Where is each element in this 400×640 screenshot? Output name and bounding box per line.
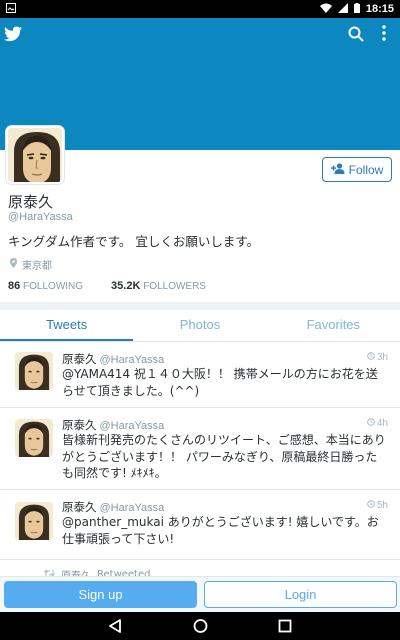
auth-bar: Sign up Login (0, 576, 400, 612)
tab-photos[interactable]: Photos (133, 310, 266, 341)
photo-icon (6, 2, 16, 16)
profile-bio: キングダム作者です。 宜しくお願いします。 (8, 234, 260, 249)
tweet-avatar[interactable] (15, 419, 53, 457)
tweet-author-name: 原泰久 (62, 352, 97, 366)
login-button[interactable]: Login (204, 581, 397, 608)
tweet-text: @panther_mukai ありがとうございます! 嬉しいです。お仕事頑張って… (62, 515, 379, 546)
tweet-time: 5h (367, 500, 388, 511)
followers-stat[interactable]: 35.2K FOLLOWERS (111, 280, 206, 292)
following-label: FOLLOWING (23, 281, 84, 292)
follow-button-label: Follow (348, 162, 384, 177)
twitter-bird-icon[interactable] (4, 26, 22, 46)
tweet-author-handle: @HaraYassa (99, 354, 165, 366)
location-text: 東京都 (22, 261, 52, 272)
add-user-icon (330, 162, 345, 177)
location-pin-icon (10, 258, 17, 271)
tweet-time-text: 3h (376, 352, 388, 363)
profile-stats: 86 FOLLOWING 35.2K FOLLOWERS (8, 280, 206, 292)
battery-icon (353, 2, 360, 16)
search-icon[interactable] (348, 26, 364, 46)
tweet-time: 3h (367, 352, 388, 363)
tweet-item[interactable]: 原泰久 @HaraYassa 5h @panther_mukai ありがとうござい… (0, 490, 400, 560)
tweet-time-text: 4h (376, 418, 388, 429)
tweet-author: 原泰久 @HaraYassa (62, 417, 164, 433)
avatar-portrait-icon (8, 128, 62, 182)
status-bar: 18:15 (0, 0, 400, 18)
tweet-avatar[interactable] (15, 352, 53, 390)
profile-tabs: Tweets Photos Favorites (0, 310, 400, 342)
clock-icon (367, 500, 375, 511)
home-icon[interactable] (193, 618, 208, 638)
followers-label: FOLLOWERS (143, 281, 206, 292)
tweet-author: 原泰久 @HaraYassa (62, 499, 164, 515)
following-stat[interactable]: 86 FOLLOWING (8, 280, 83, 292)
tweet-author-name: 原泰久 (62, 418, 97, 432)
overflow-menu-icon[interactable] (380, 24, 388, 46)
tweet-avatar[interactable] (15, 502, 53, 540)
wifi-icon (319, 3, 332, 16)
clock-icon (367, 352, 375, 363)
tab-favorites[interactable]: Favorites (267, 310, 400, 341)
clock-icon (367, 418, 375, 429)
tweet-text: 皆様新刊発売のたくさんのリツイート、ご感想、本当にありがとうございます！！ パワ… (62, 433, 386, 480)
profile-avatar[interactable] (6, 126, 64, 184)
avatar-portrait-icon (15, 502, 53, 540)
follow-button[interactable]: Follow (322, 157, 392, 182)
status-time: 18:15 (365, 3, 394, 15)
recents-icon[interactable] (278, 618, 292, 638)
tab-tweets[interactable]: Tweets (0, 310, 134, 341)
signal-icon (337, 2, 348, 16)
tweet-time-text: 5h (376, 500, 388, 511)
tweet-item[interactable]: 原泰久 @HaraYassa 3h @YAMA414 祝１４０大阪！！ 携帯メール… (0, 342, 400, 408)
tweet-author-handle: @HaraYassa (99, 502, 165, 514)
tweet-author: 原泰久 @HaraYassa (62, 351, 164, 367)
tweet-author-handle: @HaraYassa (99, 420, 165, 432)
tweet-author-name: 原泰久 (62, 500, 97, 514)
avatar-portrait-icon (15, 352, 53, 390)
section-divider (0, 302, 400, 310)
system-nav-bar (0, 612, 400, 640)
following-count: 86 (8, 280, 21, 292)
profile-location: 東京都 (10, 257, 52, 272)
profile-handle: @HaraYassa (8, 211, 73, 223)
tweet-item[interactable]: 原泰久 @HaraYassa 4h 皆様新刊発売のたくさんのリツイート、ご感想、本… (0, 408, 400, 490)
profile-name: 原泰久 (8, 193, 54, 211)
back-icon[interactable] (108, 618, 122, 638)
header-actions (0, 18, 400, 54)
tweet-time: 4h (367, 418, 388, 429)
followers-count: 35.2K (111, 280, 141, 292)
signup-button[interactable]: Sign up (4, 581, 197, 608)
avatar-portrait-icon (15, 419, 53, 457)
tweet-text: @YAMA414 祝１４０大阪！！ 携帯メールの方にお花を送らせて頂きました。(… (62, 367, 378, 398)
